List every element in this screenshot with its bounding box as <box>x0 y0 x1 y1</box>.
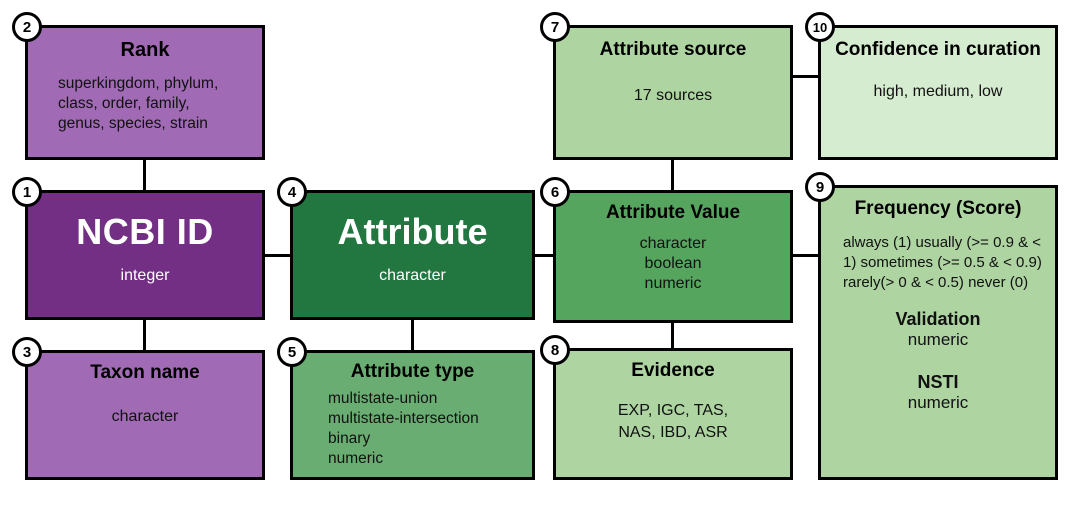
node-attribute-type-line: multistate-union <box>328 390 438 407</box>
node-ncbi-id-title: NCBI ID <box>76 211 214 252</box>
node-attribute-line: character <box>379 267 446 284</box>
node-attribute-value-line: boolean <box>644 255 702 272</box>
node-evidence-title: Evidence <box>631 360 715 381</box>
node-confidence-in-curation[interactable]: Confidence in curation high, medium, low <box>818 25 1058 160</box>
node-frequency-score-line: sometimes (>= 0.5 & < 0.9) <box>860 254 1042 271</box>
node-attribute[interactable]: Attribute character <box>290 190 535 320</box>
node-evidence-body: EXP, IGC, TAS, NAS, IBD, ASR <box>556 400 790 444</box>
badge-8: 8 <box>540 335 570 365</box>
nsti-value: numeric <box>907 393 969 412</box>
connector-attributevalue-to-attributesource <box>671 158 674 192</box>
node-confidence-in-curation-body: high, medium, low <box>821 83 1055 101</box>
badge-9: 9 <box>805 172 835 202</box>
node-attribute-value[interactable]: Attribute Value character boolean numeri… <box>553 190 793 323</box>
node-frequency-score-body: always (1) usually (>= 0.9 & < 1) someti… <box>821 233 1055 293</box>
node-attribute-type[interactable]: Attribute type multistate-union multista… <box>290 350 535 480</box>
badge-2: 2 <box>12 12 42 42</box>
node-rank-line: superkingdom, phylum, <box>58 75 219 92</box>
node-taxon-name[interactable]: Taxon name character <box>25 350 265 480</box>
node-attribute-source-body: 17 sources <box>556 87 790 105</box>
node-evidence-line: EXP, IGC, TAS, <box>617 402 729 419</box>
badge-3: 3 <box>12 337 42 367</box>
validation-value: numeric <box>907 330 969 349</box>
node-rank-line: class, order, family, <box>58 95 190 112</box>
badge-1: 1 <box>12 177 42 207</box>
connector-ncbiid-to-taxonname <box>143 318 146 352</box>
node-evidence[interactable]: Evidence EXP, IGC, TAS, NAS, IBD, ASR <box>553 348 793 480</box>
connector-attributevalue-to-evidence <box>671 321 674 350</box>
connector-attribute-to-attributevalue <box>533 254 555 257</box>
node-rank[interactable]: Rank superkingdom, phylum, class, order,… <box>25 25 265 160</box>
node-taxon-name-body: character <box>28 408 262 426</box>
badge-4: 4 <box>277 177 307 207</box>
node-attribute-type-line: multistate-intersection <box>328 410 479 427</box>
node-evidence-line: NAS, IBD, ASR <box>618 424 728 441</box>
node-rank-line: genus, species, strain <box>58 115 208 132</box>
node-taxon-name-title: Taxon name <box>90 362 200 383</box>
node-frequency-score-line: never (0) <box>968 274 1029 291</box>
connector-attributevalue-to-frequency <box>791 254 820 257</box>
node-attribute-type-line: binary <box>328 430 371 447</box>
node-nsti-section: NSTI numeric <box>821 372 1055 413</box>
node-rank-body: superkingdom, phylum, class, order, fami… <box>28 74 262 134</box>
node-attribute-body: character <box>293 267 532 285</box>
connector-rank-to-ncbiid <box>143 158 146 192</box>
connector-ncbiid-to-attribute <box>263 254 292 257</box>
node-attribute-value-line: numeric <box>644 275 702 292</box>
node-attribute-type-line: numeric <box>328 450 384 467</box>
nsti-heading: NSTI <box>917 372 959 392</box>
node-taxon-name-line: character <box>111 408 179 425</box>
node-attribute-source-title: Attribute source <box>599 39 747 60</box>
badge-6: 6 <box>540 177 570 207</box>
node-confidence-in-curation-title: Confidence in curation <box>835 39 1041 60</box>
node-attribute-type-body: multistate-union multistate-intersection… <box>293 389 532 469</box>
node-frequency-score-line: always (1) <box>843 234 912 251</box>
diagram-canvas: Rank superkingdom, phylum, class, order,… <box>0 0 1079 510</box>
badge-7: 7 <box>540 12 570 42</box>
node-confidence-in-curation-line: high, medium, low <box>873 83 1003 100</box>
connector-attributesource-to-confidence <box>791 75 820 78</box>
node-attribute-type-title: Attribute type <box>350 361 475 382</box>
badge-5: 5 <box>277 337 307 367</box>
badge-10: 10 <box>805 12 835 42</box>
connector-attribute-to-attributetype <box>411 318 414 352</box>
node-attribute-value-body: character boolean numeric <box>556 234 790 294</box>
node-rank-title: Rank <box>120 39 170 61</box>
node-ncbi-id[interactable]: NCBI ID integer <box>25 190 265 320</box>
node-frequency-score-title: Frequency (Score) <box>854 198 1022 219</box>
node-attribute-value-line: character <box>639 235 707 252</box>
node-attribute-source-line: 17 sources <box>633 87 713 104</box>
node-ncbi-id-line: integer <box>120 267 170 284</box>
node-validation-section: Validation numeric <box>821 309 1055 350</box>
node-frequency-score-line: rarely(> 0 & < 0.5) <box>843 274 964 291</box>
node-attribute-value-title: Attribute Value <box>605 202 741 223</box>
node-frequency-score[interactable]: Frequency (Score) always (1) usually (>=… <box>818 185 1058 480</box>
node-attribute-source[interactable]: Attribute source 17 sources <box>553 25 793 160</box>
node-ncbi-id-body: integer <box>28 267 262 285</box>
node-attribute-title: Attribute <box>337 211 488 252</box>
validation-heading: Validation <box>895 309 981 329</box>
